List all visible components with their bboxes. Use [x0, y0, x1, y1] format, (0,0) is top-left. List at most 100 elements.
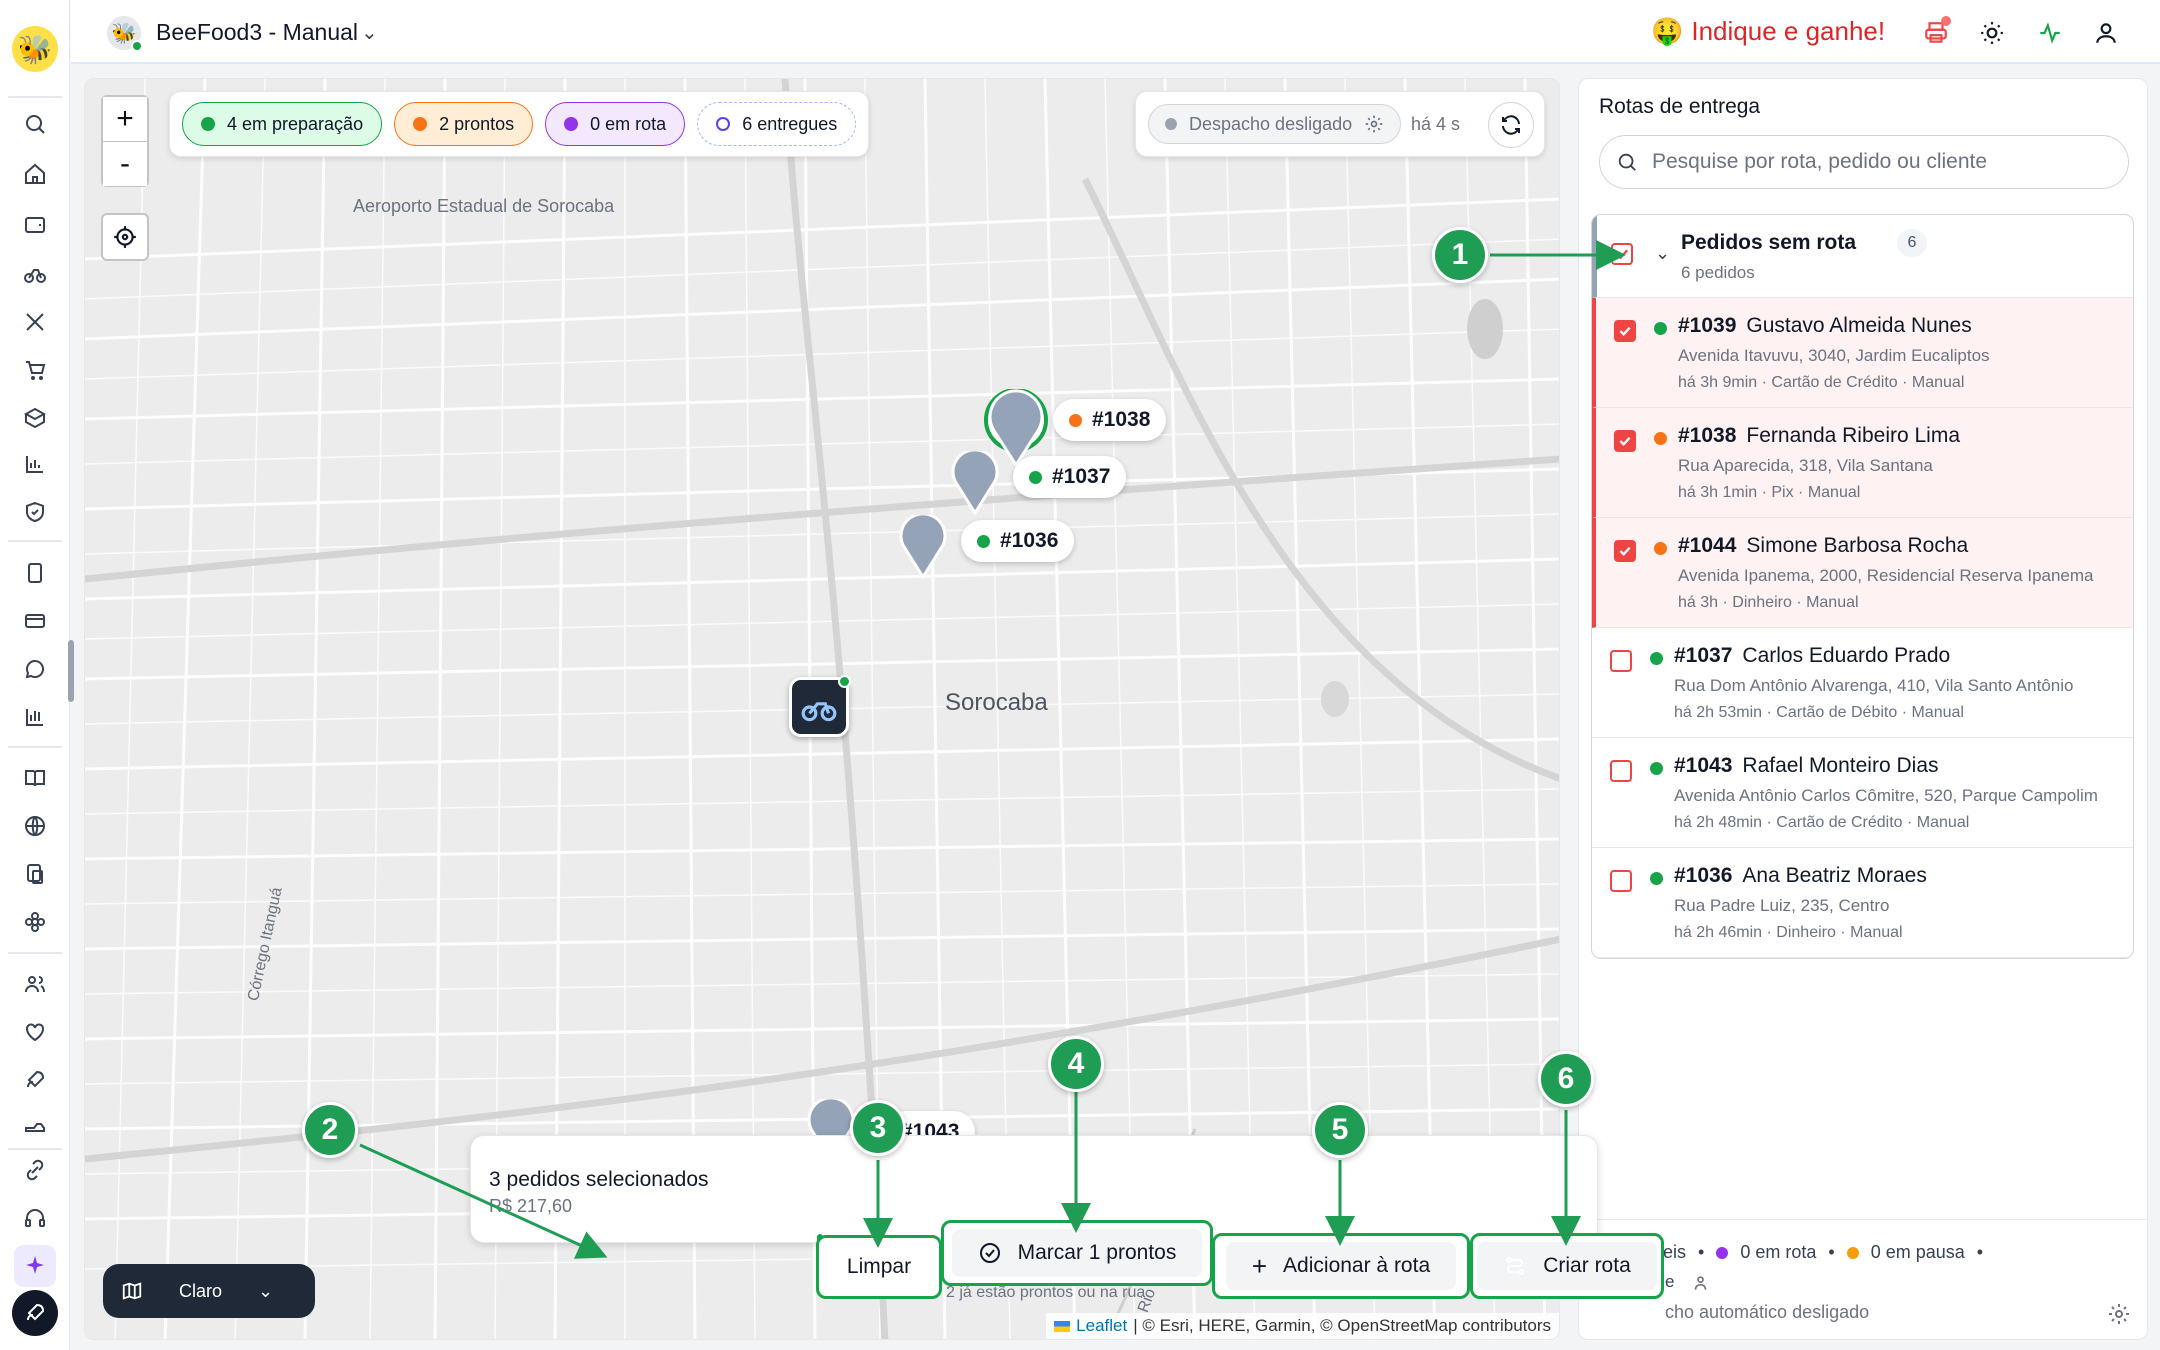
callout-5: 5	[1312, 1102, 1368, 1158]
box-icon[interactable]	[17, 400, 53, 436]
create-route-button[interactable]: Criar rota	[1470, 1233, 1664, 1299]
map-pin-1037[interactable]	[949, 451, 1001, 515]
status-pill-preparing[interactable]: 4 em preparação	[182, 102, 383, 146]
order-meta: há 3h 1min · Pix · Manual	[1678, 484, 1861, 501]
status-dot	[1846, 1246, 1859, 1259]
chat-icon[interactable]	[17, 651, 53, 687]
user-icon[interactable]	[2089, 16, 2123, 50]
devices-icon[interactable]	[17, 856, 53, 892]
select-all-checkbox[interactable]	[1611, 243, 1633, 265]
bee-logo-icon[interactable]: 🐝	[12, 26, 58, 72]
order-row[interactable]: #1038 Fernanda Ribeiro Lima Rua Aparecida,…	[1592, 408, 2133, 518]
order-checkbox[interactable]	[1610, 870, 1632, 892]
home-icon[interactable]	[17, 156, 53, 192]
courier-online-dot	[838, 675, 851, 688]
clear-button[interactable]: Limpar	[816, 1235, 942, 1299]
order-row[interactable]: #1036 Ana Beatriz Moraes Rua Padre Luiz, 2…	[1592, 848, 2133, 958]
bike-icon[interactable]	[17, 256, 53, 292]
refresh-icon[interactable]	[1488, 102, 1534, 148]
chevron-down-icon[interactable]: ⌄	[361, 20, 378, 45]
store-name[interactable]: BeeFood3 - Manual	[156, 19, 358, 46]
printer-icon[interactable]	[1919, 16, 1953, 50]
bar-chart-icon[interactable]	[17, 699, 53, 735]
status-pill-label: 0 em rota	[590, 113, 667, 134]
callout-2: 2	[302, 1102, 358, 1158]
order-checkbox[interactable]	[1614, 320, 1636, 342]
order-checkbox[interactable]	[1614, 430, 1636, 452]
order-checkbox[interactable]	[1610, 650, 1632, 672]
sparkles-icon[interactable]	[14, 1245, 56, 1287]
courier-summary-footer: níveis • 0 em rota • 0 em pausa • e cho …	[1579, 1219, 2147, 1339]
map-theme-label: Claro	[179, 1280, 223, 1301]
status-pill-on-route[interactable]: 0 em rota	[545, 102, 686, 146]
cart-icon[interactable]	[17, 352, 53, 388]
zoom-in-button[interactable]: +	[103, 97, 147, 141]
shield-icon[interactable]	[17, 494, 53, 530]
notification-dot	[1941, 16, 1951, 26]
dispatch-panel: Despacho desligado há 4 s	[1135, 91, 1545, 157]
pin-order-number: #1037	[1052, 465, 1111, 488]
wallet-icon[interactable]	[17, 206, 53, 242]
pin-label-1038[interactable]: #1038	[1053, 399, 1167, 441]
search-icon[interactable]	[17, 106, 53, 142]
status-pill-delivered[interactable]: 6 entregues	[697, 102, 857, 146]
sun-icon[interactable]	[1975, 16, 2009, 50]
card-icon[interactable]	[17, 603, 53, 639]
status-dot	[1029, 470, 1042, 484]
locate-icon[interactable]	[101, 213, 149, 261]
order-row[interactable]: #1037 Carlos Eduardo Prado Rua Dom Antônio…	[1592, 628, 2133, 738]
group-header[interactable]: ⌄ Pedidos sem rota 6 6 pedidos	[1592, 215, 2133, 298]
route-icon	[1506, 1257, 1525, 1275]
top-bar: 🐝 BeeFood3 - Manual ⌄ 🤑 Indique e ganhe!	[71, 0, 2160, 64]
pin-label-1037[interactable]: #1037	[1013, 456, 1127, 498]
store-logo-icon[interactable]: 🐝	[107, 16, 143, 52]
flag-icon	[1054, 1320, 1071, 1332]
sidebar-divider	[8, 746, 62, 748]
order-row[interactable]: #1043 Rafael Monteiro Dias Avenida Antônio…	[1592, 738, 2133, 848]
search-input[interactable]: Pesquise por rota, pedido ou cliente	[1599, 135, 2129, 189]
sidebar-scrollbar[interactable]	[68, 640, 74, 702]
rocket-icon[interactable]	[17, 1062, 53, 1098]
courier-marker[interactable]	[789, 675, 851, 737]
users-icon[interactable]	[17, 966, 53, 1002]
dispatch-status-dot	[1165, 118, 1177, 130]
map-theme-selector[interactable]: Claro ⌄	[103, 1264, 315, 1318]
headset-icon[interactable]	[17, 1200, 53, 1236]
order-row[interactable]: #1044 Simone Barbosa Rocha Avenida Ipanema…	[1592, 518, 2133, 628]
rocket-launch-icon[interactable]	[12, 1290, 58, 1336]
order-checkbox[interactable]	[1614, 540, 1636, 562]
order-row[interactable]: #1039 Gustavo Almeida Nunes Avenida Itavuv…	[1592, 298, 2133, 408]
chevron-down-icon[interactable]: ⌄	[1655, 243, 1670, 264]
delivery-icon[interactable]	[17, 1108, 53, 1144]
link-icon[interactable]	[17, 1152, 53, 1188]
settings-flower-icon[interactable]	[17, 904, 53, 940]
zoom-out-button[interactable]: -	[103, 142, 147, 186]
order-address: Rua Aparecida, 318, Vila Santana	[1678, 456, 1933, 475]
globe-icon[interactable]	[17, 808, 53, 844]
tablet-icon[interactable]	[17, 555, 53, 591]
pin-label-1036[interactable]: #1036	[961, 520, 1075, 562]
map-pin-1036[interactable]	[897, 515, 949, 579]
order-meta: há 2h 46min · Dinheiro · Manual	[1674, 924, 1903, 941]
couriers-row: e	[1665, 1272, 1713, 1293]
add-to-route-button[interactable]: + Adicionar à rota	[1212, 1233, 1470, 1299]
utensils-icon[interactable]	[17, 304, 53, 340]
order-address: Rua Padre Luiz, 235, Centro	[1674, 896, 1890, 915]
activity-icon[interactable]	[2033, 16, 2067, 50]
heart-icon[interactable]	[17, 1014, 53, 1050]
plus-icon: +	[1251, 1250, 1268, 1281]
status-pill-ready[interactable]: 2 prontos	[394, 102, 534, 146]
order-meta: há 3h 9min · Cartão de Crédito · Manual	[1678, 374, 1965, 391]
couriers-label: e	[1665, 1272, 1675, 1291]
dispatch-status-toggle[interactable]: Despacho desligado	[1148, 104, 1402, 144]
customer-name: Simone Barbosa Rocha	[1746, 534, 1969, 557]
order-checkbox[interactable]	[1610, 760, 1632, 782]
leaflet-link[interactable]: Leaflet	[1076, 1316, 1127, 1336]
chart-icon[interactable]	[17, 446, 53, 482]
book-icon[interactable]	[17, 760, 53, 796]
referral-link[interactable]: 🤑 Indique e ganhe!	[1651, 16, 1885, 47]
mark-ready-button[interactable]: Marcar 1 prontos	[941, 1220, 1213, 1286]
map-attribution: Leaflet | © Esri, HERE, Garmin, © OpenSt…	[1046, 1313, 1559, 1339]
gear-icon[interactable]	[2107, 1302, 2131, 1326]
status-pill-label: 6 entregues	[742, 113, 838, 134]
